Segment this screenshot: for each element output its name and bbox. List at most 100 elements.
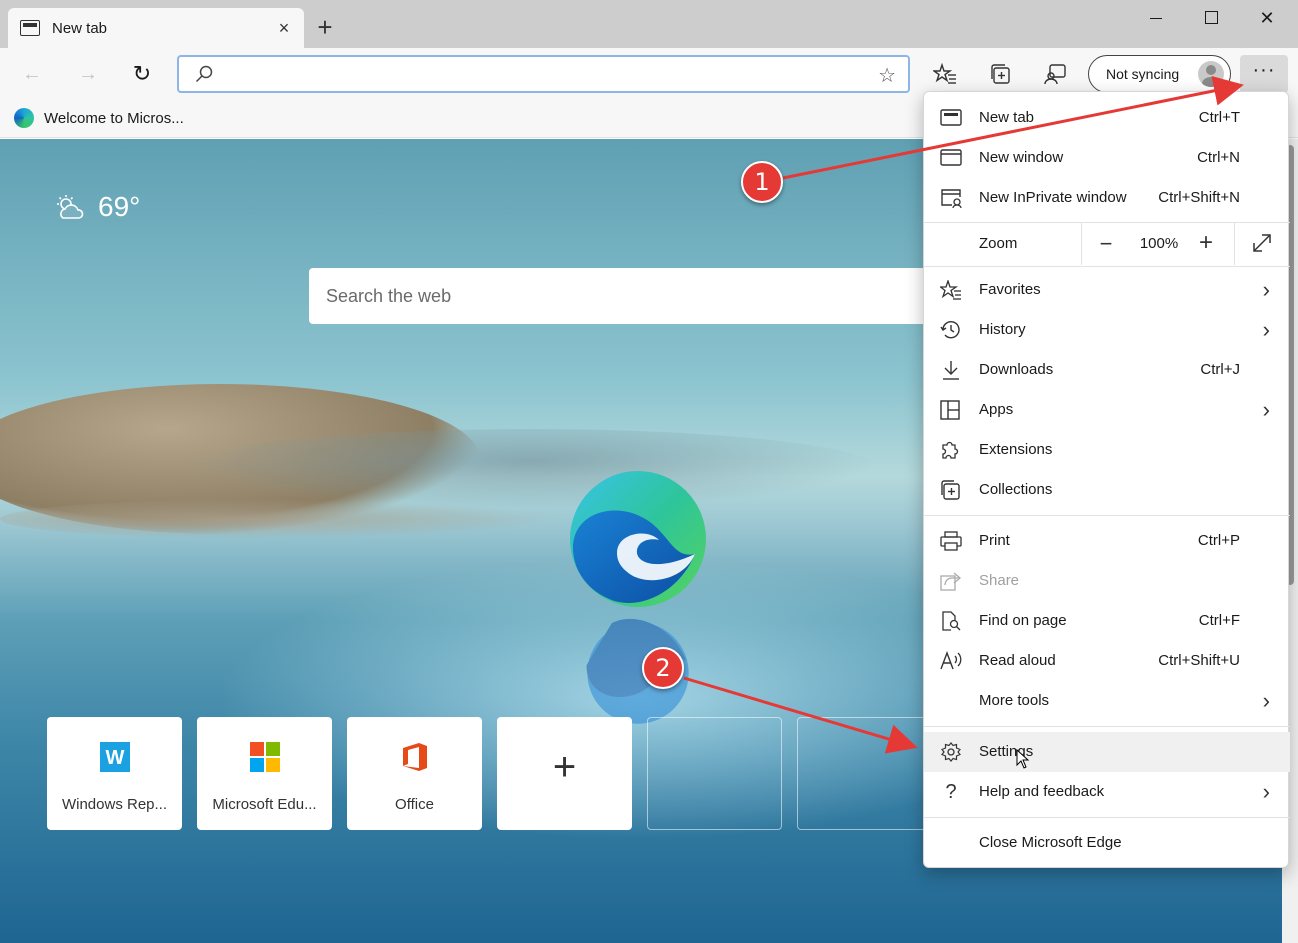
- menu-label: Downloads: [979, 361, 1054, 378]
- quick-link-office[interactable]: Office: [347, 717, 482, 830]
- edge-logo-reflection: [586, 618, 689, 724]
- chevron-right-icon: ›: [1262, 779, 1270, 804]
- zoom-in-button[interactable]: +: [1194, 229, 1218, 257]
- edge-favicon-icon: [14, 108, 34, 128]
- web-search-box[interactable]: Search the web: [309, 268, 949, 324]
- tile-label: Office: [395, 796, 434, 813]
- microsoft-edge-logo-icon: [570, 471, 706, 607]
- zoom-divider: [1081, 223, 1082, 265]
- menu-item-new-inprivate-window[interactable]: New InPrivate window Ctrl+Shift+N: [924, 178, 1290, 218]
- menu-label: New window: [979, 149, 1064, 166]
- menu-divider: [924, 515, 1290, 516]
- collections-icon[interactable]: [989, 62, 1013, 86]
- menu-label: Help and feedback: [979, 783, 1105, 800]
- menu-label: Apps: [979, 401, 1014, 418]
- menu-item-history[interactable]: History ›: [924, 310, 1290, 350]
- menu-label: Read aloud: [979, 652, 1056, 669]
- chevron-right-icon: ›: [1262, 277, 1270, 302]
- inprivate-icon: [941, 189, 962, 208]
- back-button[interactable]: ←: [16, 60, 48, 88]
- menu-label: History: [979, 321, 1026, 338]
- profile-sync-button[interactable]: Not syncing: [1088, 55, 1231, 93]
- step-2-badge: 2: [642, 647, 684, 689]
- close-window-button[interactable]: ✕: [1240, 0, 1294, 36]
- menu-item-find-on-page[interactable]: Find on page Ctrl+F: [924, 601, 1290, 641]
- menu-item-downloads[interactable]: Downloads Ctrl+J: [924, 350, 1290, 390]
- menu-item-favorites[interactable]: Favorites ›: [924, 270, 1290, 310]
- menu-item-share[interactable]: Share: [924, 561, 1290, 601]
- plus-icon: +: [552, 745, 577, 789]
- avatar: [1198, 61, 1224, 87]
- menu-item-extensions[interactable]: Extensions: [924, 430, 1290, 470]
- chevron-right-icon: ›: [1262, 317, 1270, 342]
- menu-label: Find on page: [979, 612, 1067, 629]
- menu-label: Share: [979, 572, 1020, 589]
- background-mountains: [180, 429, 880, 509]
- favorite-welcome[interactable]: Welcome to Micros...: [14, 106, 184, 130]
- step-1-badge: 1: [741, 161, 783, 203]
- tab-close-icon[interactable]: ×: [272, 16, 296, 40]
- menu-item-help-and-feedback[interactable]: ? Help and feedback ›: [924, 772, 1290, 812]
- menu-label: New InPrivate window: [979, 189, 1127, 206]
- menu-item-apps[interactable]: Apps ›: [924, 390, 1290, 430]
- mouse-cursor-icon: [1016, 749, 1030, 769]
- settings-and-more-button[interactable]: ···: [1240, 55, 1288, 93]
- background-sandbar: [0, 499, 560, 539]
- history-icon: [940, 321, 960, 339]
- feedback-icon[interactable]: [1043, 62, 1067, 86]
- share-icon: [940, 572, 962, 591]
- menu-label: Close Microsoft Edge: [979, 834, 1122, 851]
- quick-link-windows-report[interactable]: W Windows Rep...: [47, 717, 182, 830]
- menu-shortcut: Ctrl+N: [1197, 149, 1240, 166]
- menu-shortcut: Ctrl+Shift+U: [1158, 652, 1240, 669]
- tab-new-tab[interactable]: New tab ×: [8, 8, 304, 48]
- menu-item-read-aloud[interactable]: Read aloud Ctrl+Shift+U: [924, 641, 1290, 681]
- gear-icon: [941, 742, 961, 762]
- find-icon: [942, 611, 961, 631]
- add-quick-link-button[interactable]: +: [497, 717, 632, 830]
- word-w-icon: W: [100, 742, 130, 772]
- apps-icon: [940, 400, 960, 420]
- menu-item-more-tools[interactable]: More tools ›: [924, 681, 1290, 721]
- empty-quick-link-slot: [647, 717, 782, 830]
- zoom-level: 100%: [1139, 235, 1179, 252]
- read-aloud-icon: [940, 651, 962, 670]
- menu-label: Collections: [979, 481, 1053, 498]
- menu-item-close-microsoft-edge[interactable]: Close Microsoft Edge: [924, 823, 1290, 863]
- menu-shortcut: Ctrl+Shift+N: [1158, 189, 1240, 206]
- menu-item-new-window[interactable]: New window Ctrl+N: [924, 138, 1290, 178]
- help-icon: ?: [945, 781, 957, 803]
- add-favorite-icon[interactable]: ☆: [878, 63, 896, 88]
- extensions-icon: [942, 441, 959, 459]
- forward-button[interactable]: →: [72, 60, 104, 88]
- microsoft-logo-icon: [250, 742, 280, 772]
- zoom-out-button[interactable]: −: [1094, 231, 1118, 257]
- collections-icon: [941, 480, 960, 500]
- menu-item-new-tab[interactable]: New tab Ctrl+T: [924, 98, 1290, 138]
- menu-item-collections[interactable]: Collections: [924, 470, 1290, 510]
- favorites-icon: [940, 280, 961, 300]
- tab-strip: New tab × + ✕: [0, 0, 1298, 48]
- menu-label: Extensions: [979, 441, 1053, 458]
- print-icon: [940, 531, 962, 551]
- new-tab-page-icon: [20, 20, 40, 36]
- minimize-button[interactable]: [1130, 0, 1184, 36]
- menu-item-settings[interactable]: Settings: [924, 732, 1290, 772]
- menu-item-print[interactable]: Print Ctrl+P: [924, 521, 1290, 561]
- download-icon: [943, 361, 959, 380]
- favorites-icon[interactable]: [933, 62, 957, 86]
- sync-status-label: Not syncing: [1106, 66, 1180, 82]
- menu-divider: [924, 726, 1290, 727]
- menu-label: Print: [979, 532, 1010, 549]
- full-screen-icon[interactable]: [1250, 231, 1274, 255]
- quick-link-microsoft-education[interactable]: Microsoft Edu...: [197, 717, 332, 830]
- new-tab-button[interactable]: +: [312, 14, 338, 40]
- chevron-right-icon: ›: [1262, 688, 1270, 713]
- maximize-button[interactable]: [1184, 0, 1238, 36]
- temperature: 69°: [98, 191, 141, 222]
- address-bar[interactable]: ☆: [177, 55, 910, 93]
- refresh-button[interactable]: ↻: [126, 60, 158, 88]
- weather-widget[interactable]: 69°: [54, 191, 140, 223]
- tile-label: Microsoft Edu...: [212, 796, 317, 813]
- tile-label: Windows Rep...: [61, 796, 168, 813]
